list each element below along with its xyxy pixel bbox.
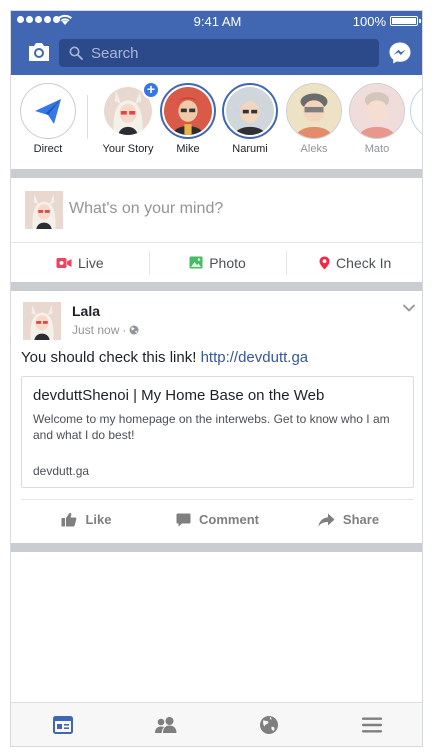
live-label: Live [77, 254, 104, 271]
live-button[interactable]: Live [11, 243, 149, 282]
search-bar[interactable] [59, 39, 379, 67]
chevron-down-icon[interactable] [402, 303, 416, 313]
story-ring [222, 83, 278, 139]
link-card-description: Welcome to my homepage on the interwebs.… [33, 412, 390, 442]
story-label: Mike [176, 143, 200, 155]
battery-percentage: 100% [352, 14, 386, 29]
link-card-title: devduttShenoi | My Home Base on the Web [33, 387, 325, 404]
photo-button[interactable]: Photo [148, 243, 287, 282]
news-feed-icon [52, 715, 73, 734]
tab-friends[interactable] [114, 703, 217, 746]
search-input[interactable] [91, 44, 361, 62]
post-author[interactable]: Lala [72, 303, 100, 319]
post-timestamp[interactable]: Just now [72, 323, 119, 337]
section-separator [11, 282, 422, 291]
share-label: Share [342, 512, 380, 527]
story-label: Direct [33, 143, 63, 155]
tab-menu[interactable] [321, 703, 422, 746]
direct-circle [20, 83, 76, 139]
link-card-domain: devdutt.ga [33, 464, 90, 478]
post-link[interactable]: http://devdutt.ga [201, 349, 309, 366]
story-ring [410, 83, 422, 139]
meta-separator: · [122, 323, 127, 337]
tab-notifications[interactable] [218, 703, 321, 746]
comment-label: Comment [199, 512, 259, 527]
section-separator [11, 543, 422, 552]
tab-news-feed[interactable] [11, 703, 114, 746]
story-label: Aleks [300, 143, 328, 155]
story-aleks[interactable]: Aleks [279, 83, 349, 155]
search-icon [69, 46, 83, 60]
post-meta: Just now · [72, 323, 139, 337]
avatar [164, 87, 212, 135]
thumbs-up-icon [61, 512, 77, 527]
story-label: Mato [364, 143, 390, 155]
globe-privacy-icon [129, 325, 139, 335]
status-composer: What's on your mind? Live Photo Check In [11, 178, 422, 282]
avatar [287, 84, 341, 138]
friends-icon [154, 716, 177, 733]
bottom-tab-bar [11, 702, 422, 746]
check-in-icon [319, 256, 330, 269]
live-video-icon [56, 257, 72, 268]
story-narumi[interactable]: Narumi [215, 83, 285, 155]
status-bar: 9:41 AM 100% [11, 11, 422, 31]
photo-icon [189, 256, 203, 269]
battery-icon [390, 16, 421, 26]
share-button[interactable]: Share [283, 500, 414, 539]
check-in-button[interactable]: Check In [286, 243, 422, 282]
link-preview-card[interactable]: devduttShenoi | My Home Base on the Web … [21, 376, 414, 488]
top-bar: 9:41 AM 100% [11, 11, 422, 75]
story-label: Narumi [232, 143, 268, 155]
check-in-label: Check In [336, 254, 392, 271]
globe-icon [260, 715, 279, 734]
story-ring [349, 83, 405, 139]
comment-icon [176, 513, 191, 526]
stories-tray: Direct + Your Story Mike Narumi Aleks Ma… [11, 75, 422, 169]
avatar [226, 87, 274, 135]
story-mato[interactable]: Mato [342, 83, 412, 155]
photo-label: Photo [209, 254, 246, 271]
camera-icon[interactable] [27, 41, 51, 63]
story-partial[interactable] [403, 83, 422, 139]
post-text: You should check this link! http://devdu… [21, 349, 308, 366]
avatar [25, 191, 63, 229]
story-ring [160, 83, 216, 139]
comment-button[interactable]: Comment [152, 500, 283, 539]
your-story-ring: + [100, 81, 160, 139]
story-direct[interactable]: Direct [13, 83, 83, 155]
like-button[interactable]: Like [21, 500, 152, 539]
composer-actions: Live Photo Check In [11, 242, 422, 282]
post-message: You should check this link! [21, 349, 197, 366]
menu-icon [362, 717, 383, 732]
story-mike[interactable]: Mike [153, 83, 223, 155]
stories-divider [87, 95, 88, 139]
feed-post: Lala Just now · You should check this li… [11, 291, 422, 543]
post-actions: Like Comment Share [21, 499, 414, 539]
avatar[interactable] [23, 302, 61, 340]
whats-on-your-mind-field[interactable]: What's on your mind? [69, 200, 389, 218]
messenger-icon[interactable] [388, 41, 412, 65]
avatar [350, 84, 404, 138]
phone-screen: 9:41 AM 100% Search Direct + Your Story … [10, 10, 423, 747]
share-arrow-icon [318, 513, 335, 526]
section-separator [11, 169, 422, 178]
like-label: Like [85, 512, 112, 527]
story-ring [286, 83, 342, 139]
paper-plane-icon [35, 99, 61, 124]
